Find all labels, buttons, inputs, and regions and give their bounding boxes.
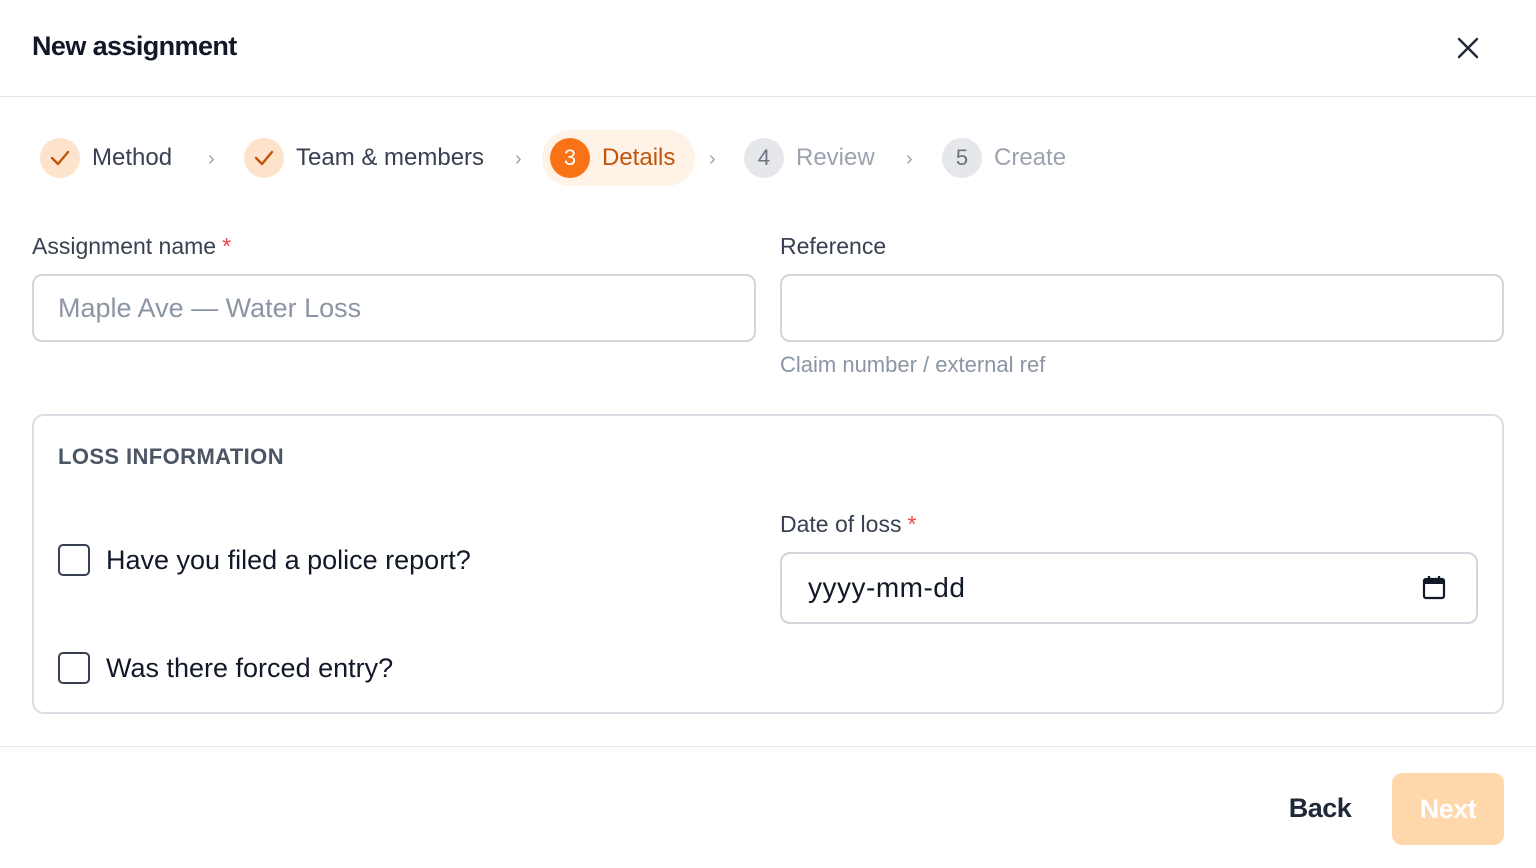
step-label: Create xyxy=(994,144,1067,171)
step-label: Method xyxy=(92,144,173,171)
forced-entry-row[interactable]: Was there forced entry? xyxy=(58,652,393,684)
assignment-name-input[interactable] xyxy=(32,274,756,342)
calendar-icon[interactable] xyxy=(1420,574,1448,602)
close-icon xyxy=(1457,37,1479,59)
step-number: 3 xyxy=(550,138,590,178)
reference-hint: Claim number / external ref xyxy=(780,352,1046,377)
close-button[interactable] xyxy=(1448,28,1488,68)
chevron-right-icon: › xyxy=(515,148,522,170)
reference-input[interactable] xyxy=(780,274,1504,342)
step-method[interactable]: Method xyxy=(40,130,172,186)
assignment-name-label: Assignment name * xyxy=(32,233,232,259)
check-icon xyxy=(244,138,284,178)
new-assignment-dialog: New assignment Method › Team & members ›… xyxy=(0,0,1536,868)
reference-label: Reference xyxy=(780,233,887,259)
step-label: Review xyxy=(796,144,875,171)
step-review[interactable]: 4 Review xyxy=(744,130,875,186)
chevron-right-icon: › xyxy=(208,148,215,170)
loss-information-section: LOSS INFORMATION Have you filed a police… xyxy=(32,414,1504,714)
back-button[interactable]: Back xyxy=(1272,773,1368,843)
step-create[interactable]: 5 Create xyxy=(942,130,1066,186)
step-number: 5 xyxy=(942,138,982,178)
step-team-members[interactable]: Team & members xyxy=(244,130,484,186)
step-details[interactable]: 3 Details xyxy=(542,130,696,186)
check-icon xyxy=(40,138,80,178)
section-title: LOSS INFORMATION xyxy=(58,444,284,469)
chevron-right-icon: › xyxy=(709,148,716,170)
required-mark: * xyxy=(222,233,232,259)
dialog-header: New assignment xyxy=(0,0,1536,97)
dialog-title: New assignment xyxy=(32,31,237,61)
forced-entry-label: Was there forced entry? xyxy=(106,652,394,683)
chevron-right-icon: › xyxy=(906,148,913,170)
stepper: Method › Team & members › 3 Details › 4 … xyxy=(0,130,1536,186)
next-button[interactable]: Next xyxy=(1392,773,1504,845)
required-mark: * xyxy=(907,511,917,537)
date-of-loss-label: Date of loss * xyxy=(780,511,917,537)
police-report-row[interactable]: Have you filed a police report? xyxy=(58,544,471,576)
date-placeholder: yyyy-mm-dd xyxy=(808,572,966,603)
police-report-checkbox[interactable] xyxy=(58,544,90,576)
step-label: Details xyxy=(602,144,676,171)
forced-entry-checkbox[interactable] xyxy=(58,652,90,684)
step-number: 4 xyxy=(744,138,784,178)
police-report-label: Have you filed a police report? xyxy=(106,544,471,575)
date-of-loss-input[interactable]: yyyy-mm-dd xyxy=(780,552,1478,624)
dialog-footer: Back Next xyxy=(0,746,1536,868)
step-label: Team & members xyxy=(296,144,485,171)
